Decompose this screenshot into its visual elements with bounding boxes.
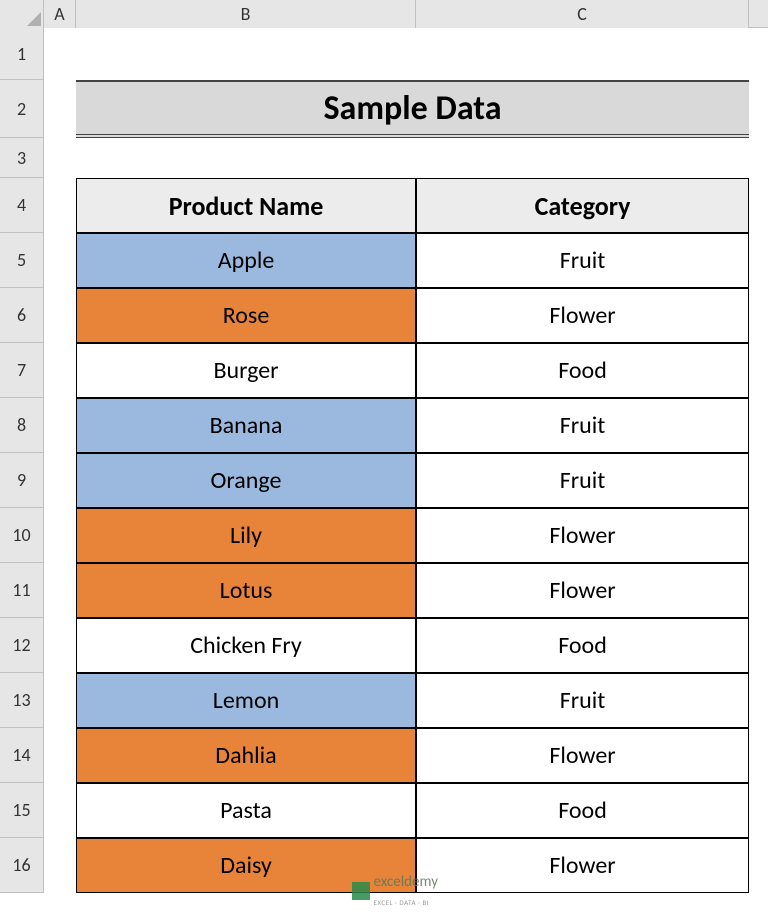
column-header-B[interactable]: B: [76, 0, 416, 28]
cell-product[interactable]: Lily: [76, 508, 416, 563]
row-header-9[interactable]: 9: [0, 453, 44, 508]
row-header-3[interactable]: 3: [0, 138, 44, 178]
cell-category[interactable]: Food: [416, 343, 749, 398]
cell-A13[interactable]: [44, 673, 76, 728]
cell-A1[interactable]: [44, 28, 76, 80]
cell-A4[interactable]: [44, 178, 76, 233]
row-header-14[interactable]: 14: [0, 728, 44, 783]
cell-A10[interactable]: [44, 508, 76, 563]
row-header-1[interactable]: 1: [0, 28, 44, 80]
row-1: 1: [0, 28, 768, 80]
table-row: 7 BurgerFood: [0, 343, 768, 398]
row-header-10[interactable]: 10: [0, 508, 44, 563]
watermark-brand: exceldemy: [374, 873, 438, 891]
row-header-2[interactable]: 2: [0, 80, 44, 138]
cell-A11[interactable]: [44, 563, 76, 618]
cell-product[interactable]: Lotus: [76, 563, 416, 618]
spreadsheet: A B C 1 2 Sample Data 3 4 Product Name C…: [0, 0, 768, 893]
title-cell[interactable]: Sample Data: [76, 80, 749, 138]
cell-A16[interactable]: [44, 838, 76, 893]
cell-A3[interactable]: [44, 138, 76, 178]
cell-BC3[interactable]: [76, 138, 749, 178]
cell-product[interactable]: Burger: [76, 343, 416, 398]
cell-BC1[interactable]: [76, 28, 749, 80]
cell-A15[interactable]: [44, 783, 76, 838]
cell-category[interactable]: Flower: [416, 508, 749, 563]
cell-A6[interactable]: [44, 288, 76, 343]
column-header-row: A B C: [0, 0, 768, 28]
cell-A2[interactable]: [44, 80, 76, 138]
column-header-A[interactable]: A: [44, 0, 76, 28]
cell-product[interactable]: Orange: [76, 453, 416, 508]
row-header-8[interactable]: 8: [0, 398, 44, 453]
row-header-4[interactable]: 4: [0, 178, 44, 233]
row-header-11[interactable]: 11: [0, 563, 44, 618]
table-row: 6 RoseFlower: [0, 288, 768, 343]
watermark-tagline: EXCEL · DATA · BI: [374, 898, 430, 907]
cell-category[interactable]: Fruit: [416, 233, 749, 288]
select-all-corner[interactable]: [0, 0, 44, 28]
cell-category[interactable]: Flower: [416, 838, 749, 893]
cell-category[interactable]: Fruit: [416, 398, 749, 453]
cell-product[interactable]: Rose: [76, 288, 416, 343]
row-header-16[interactable]: 16: [0, 838, 44, 893]
cell-product[interactable]: Dahlia: [76, 728, 416, 783]
row-header-12[interactable]: 12: [0, 618, 44, 673]
watermark-text: exceldemy EXCEL · DATA · BI: [374, 872, 438, 910]
select-all-triangle-icon: [27, 12, 41, 26]
table-row: 13 LemonFruit: [0, 673, 768, 728]
row-header-13[interactable]: 13: [0, 673, 44, 728]
table-header-category[interactable]: Category: [416, 178, 749, 233]
row-header-7[interactable]: 7: [0, 343, 44, 398]
cell-A9[interactable]: [44, 453, 76, 508]
cell-A14[interactable]: [44, 728, 76, 783]
table-row: 12 Chicken FryFood: [0, 618, 768, 673]
table-row: 11 LotusFlower: [0, 563, 768, 618]
data-rows: 5AppleFruit6RoseFlower7BurgerFood8Banana…: [0, 233, 768, 893]
table-row: 10 LilyFlower: [0, 508, 768, 563]
cell-A8[interactable]: [44, 398, 76, 453]
cell-product[interactable]: Apple: [76, 233, 416, 288]
cell-product[interactable]: Banana: [76, 398, 416, 453]
row-3: 3: [0, 138, 768, 178]
cell-category[interactable]: Food: [416, 618, 749, 673]
cell-category[interactable]: Fruit: [416, 673, 749, 728]
cell-product[interactable]: Chicken Fry: [76, 618, 416, 673]
row-header-15[interactable]: 15: [0, 783, 44, 838]
cell-A7[interactable]: [44, 343, 76, 398]
cell-category[interactable]: Fruit: [416, 453, 749, 508]
cell-product[interactable]: Lemon: [76, 673, 416, 728]
table-row: 15 PastaFood: [0, 783, 768, 838]
table-row: 9 OrangeFruit: [0, 453, 768, 508]
table-row: 5 AppleFruit: [0, 233, 768, 288]
column-header-C[interactable]: C: [416, 0, 749, 28]
cell-category[interactable]: Flower: [416, 728, 749, 783]
row-4: 4 Product Name Category: [0, 178, 768, 233]
table-row: 14 DahliaFlower: [0, 728, 768, 783]
row-header-5[interactable]: 5: [0, 233, 44, 288]
cell-A5[interactable]: [44, 233, 76, 288]
cell-A12[interactable]: [44, 618, 76, 673]
watermark-logo-icon: [352, 882, 370, 900]
cell-category[interactable]: Flower: [416, 288, 749, 343]
cell-category[interactable]: Food: [416, 783, 749, 838]
cell-product[interactable]: Pasta: [76, 783, 416, 838]
row-2: 2 Sample Data: [0, 80, 768, 138]
row-header-6[interactable]: 6: [0, 288, 44, 343]
table-row: 8 BananaFruit: [0, 398, 768, 453]
watermark: exceldemy EXCEL · DATA · BI: [352, 872, 438, 910]
table-header-product[interactable]: Product Name: [76, 178, 416, 233]
cell-category[interactable]: Flower: [416, 563, 749, 618]
